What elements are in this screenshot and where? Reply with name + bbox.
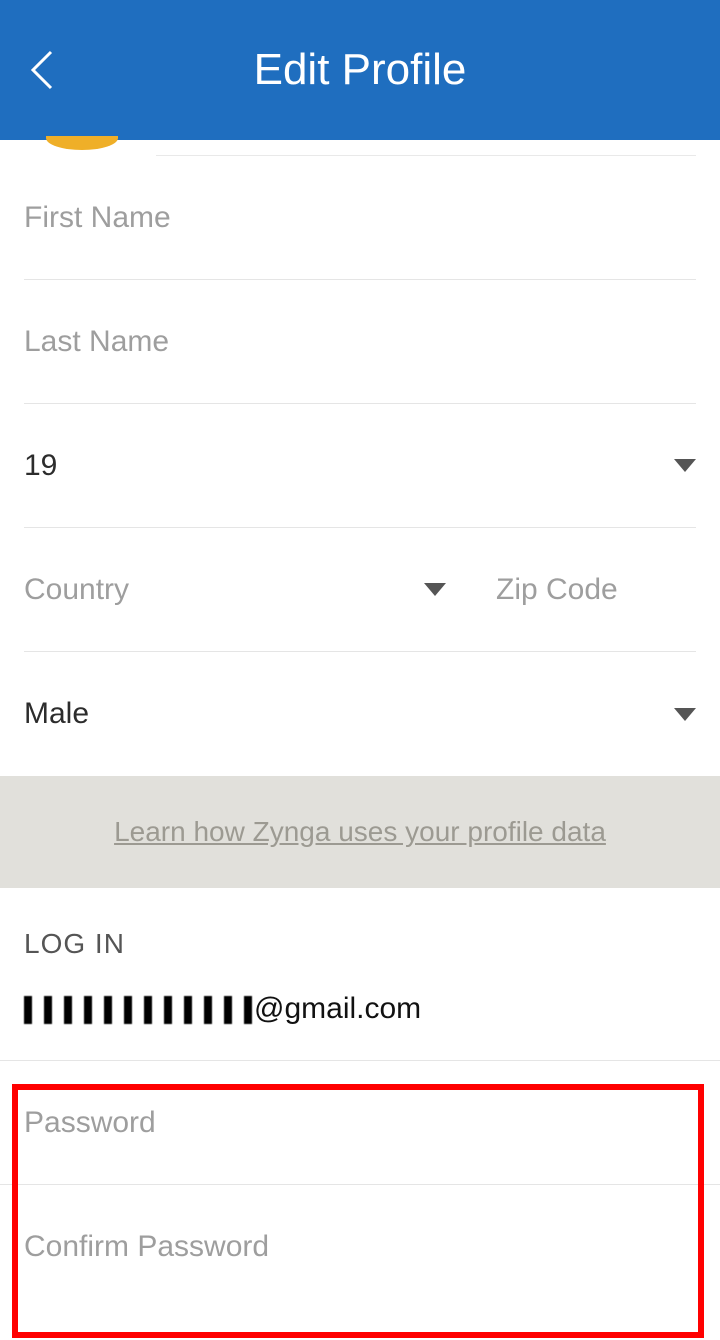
confirm-password-placeholder: Confirm Password [24,1230,269,1264]
login-section-title: LOG IN [0,888,720,980]
zip-code-placeholder: Zip Code [496,573,618,606]
chevron-down-icon [674,708,696,721]
chevron-down-icon [674,459,696,472]
email-redacted-prefix [24,996,254,1024]
privacy-info-link[interactable]: Learn how Zynga uses your profile data [114,816,606,848]
header-bar: Edit Profile [0,0,720,140]
page-title: Edit Profile [254,45,467,95]
chevron-down-icon [424,583,446,596]
first-name-placeholder: First Name [24,201,171,235]
age-value: 19 [24,449,57,483]
last-name-field[interactable]: Last Name [24,280,696,404]
avatar-partial [46,136,118,150]
gender-value: Male [24,697,89,731]
confirm-password-field[interactable]: Confirm Password [0,1185,720,1309]
email-suffix: @gmail.com [254,992,421,1025]
last-name-placeholder: Last Name [24,325,169,359]
chevron-left-icon [27,48,57,92]
password-field[interactable]: Password [0,1061,720,1185]
country-dropdown[interactable]: Country [24,573,466,607]
zip-code-field[interactable]: Zip Code [496,573,696,607]
info-bar: Learn how Zynga uses your profile data [0,776,720,888]
password-placeholder: Password [24,1106,156,1140]
gender-dropdown[interactable]: Male [24,652,696,776]
back-button[interactable] [20,48,64,92]
email-display: @gmail.com [0,980,720,1061]
country-placeholder: Country [24,573,129,607]
avatar-section-divider [156,140,696,156]
first-name-field[interactable]: First Name [24,156,696,280]
age-dropdown[interactable]: 19 [24,404,696,528]
